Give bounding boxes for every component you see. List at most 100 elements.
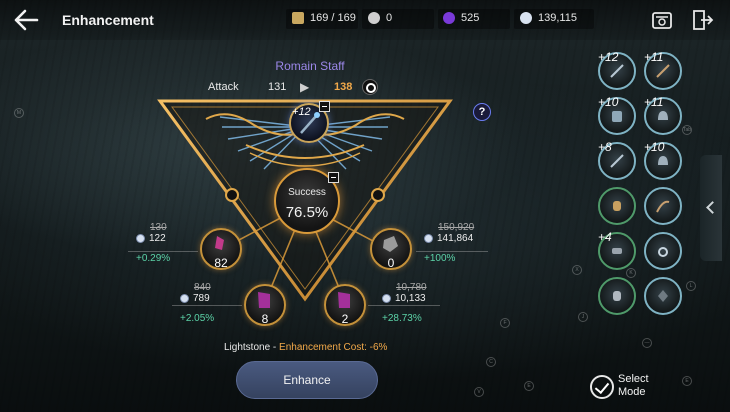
amulet-icon [658,247,668,257]
lightstone-separator: - [270,342,280,353]
staff-icon [610,64,624,78]
select-mode-line2: Mode [618,386,646,398]
bracer-icon [612,248,622,254]
silver-coin-icon [382,294,391,303]
storage-button[interactable] [650,8,674,32]
energy-icon [292,12,304,24]
enhance-level-value: 11 [651,95,664,109]
material-slot-purple-stone-right[interactable]: 2 [324,284,366,326]
key-hint-marker: E [524,381,534,391]
inventory-slot[interactable]: +10 [644,140,682,180]
shard-icon [658,290,668,302]
item-level: +12 [292,106,311,118]
cost-bonus: +0.29% [136,253,171,264]
storage-icon [652,12,672,29]
cost-new: 122 [149,233,166,244]
cost-old: 130 [150,222,167,233]
inventory-slot[interactable]: +11 [644,50,682,90]
inventory-slot[interactable]: +10 [598,95,636,135]
currency-silver-coin: 139,115 [520,12,577,24]
inventory-slot[interactable] [598,187,636,225]
helmet-icon [658,156,668,165]
enhance-level-value: 10 [651,140,665,154]
material-cost: 10,780 10,133 +28.73% [382,282,427,324]
item-name: Romain Staff [275,59,345,73]
key-hint-marker: C [486,357,496,367]
key-hint-marker: J [578,312,588,322]
page-title: Enhancement [62,12,154,28]
success-value: 76.5% [285,204,329,221]
currency-silver-orb: 0 [368,12,392,24]
material-slot-purple-stone-left[interactable]: 8 [244,284,286,326]
key-hint-marker: X [572,265,582,275]
inventory-slot[interactable]: +4 [598,230,636,270]
material-slot-grey-ore[interactable]: 0 [370,228,412,270]
helmet-icon [658,111,668,120]
currency-energy: 169 / 169 [292,12,356,24]
silver-orb-icon [368,12,380,24]
cost-new: 141,864 [437,233,474,244]
enhance-level: +10 [644,140,665,154]
enhance-level: +8 [598,140,612,154]
currency-value: 169 / 169 [310,12,356,24]
inventory-slot[interactable]: +11 [644,95,682,135]
staff-icon [656,64,670,78]
arrow-right-icon: ▶ [300,80,310,94]
enhance-level-value: 11 [651,50,664,64]
lightstone-effect: Enhancement Cost: -6% [279,342,388,353]
silver-coin-icon [424,234,433,243]
enhance-level: +11 [644,50,664,64]
material-cost: 840 789 +2.05% [180,282,214,324]
lightstone-label: Lightstone [224,342,271,353]
exit-button[interactable] [690,8,714,32]
inventory-slot[interactable]: +8 [598,140,636,180]
key-hint-marker: M [14,108,24,118]
key-hint-marker: — [642,338,652,348]
back-button[interactable] [12,7,40,33]
inventory-slot[interactable] [644,277,682,315]
enhance-level: +11 [644,95,664,109]
silver-coin-icon [136,234,145,243]
cost-old: 840 [194,282,211,293]
whip-icon [656,200,670,213]
inventory-slot[interactable] [598,277,636,315]
staff-icon [610,154,624,168]
material-cost: 130 122 +0.29% [136,222,170,264]
material-slot-pink-crystal[interactable]: 82 [200,228,242,270]
gauntlet-icon [613,291,621,301]
enhance-level: +10 [598,95,619,109]
top-bar: Enhancement 169 / 169 0 525 139,115 [0,0,730,40]
select-mode-button[interactable]: Select Mode [590,372,670,402]
magnifier-button[interactable] [362,79,378,95]
inventory-slot[interactable] [644,187,682,225]
item-level-value: 12 [298,106,311,118]
enhance-level-value: 12 [605,50,619,64]
attack-row: Attack 131 ▶ 138 [208,79,378,95]
attack-current: 131 [268,81,287,93]
remove-item-button[interactable] [319,101,330,112]
currency-purple-gem: 525 [443,12,479,24]
exit-door-icon [693,10,714,30]
enhance-level-value: 8 [605,140,612,154]
help-button[interactable]: ? [473,103,491,121]
inventory-slot[interactable]: +12 [598,50,636,90]
material-count: 0 [387,256,395,270]
select-mode-label: Select Mode [618,373,649,399]
collapse-panel-button[interactable] [700,155,722,261]
cost-new: 10,133 [395,293,426,304]
remove-lightstone-button[interactable] [328,172,339,183]
currency-value: 525 [461,12,480,24]
currency-value: 0 [386,12,393,24]
enhance-level: +4 [598,230,612,244]
lightstone-info: Lightstone - Enhancement Cost: -6% [224,342,387,353]
key-hint-marker: F [500,318,510,328]
silver-coin-icon [520,12,532,24]
inventory-slot[interactable] [644,232,682,270]
material-cost: 150,920 141,864 +100% [424,222,474,264]
attack-next: 138 [334,81,353,93]
material-count: 8 [261,312,269,326]
key-hint-marker: E [682,376,692,386]
armor-icon [612,111,622,122]
enhance-button[interactable]: Enhance [236,361,378,399]
cost-bonus: +28.73% [382,313,422,324]
